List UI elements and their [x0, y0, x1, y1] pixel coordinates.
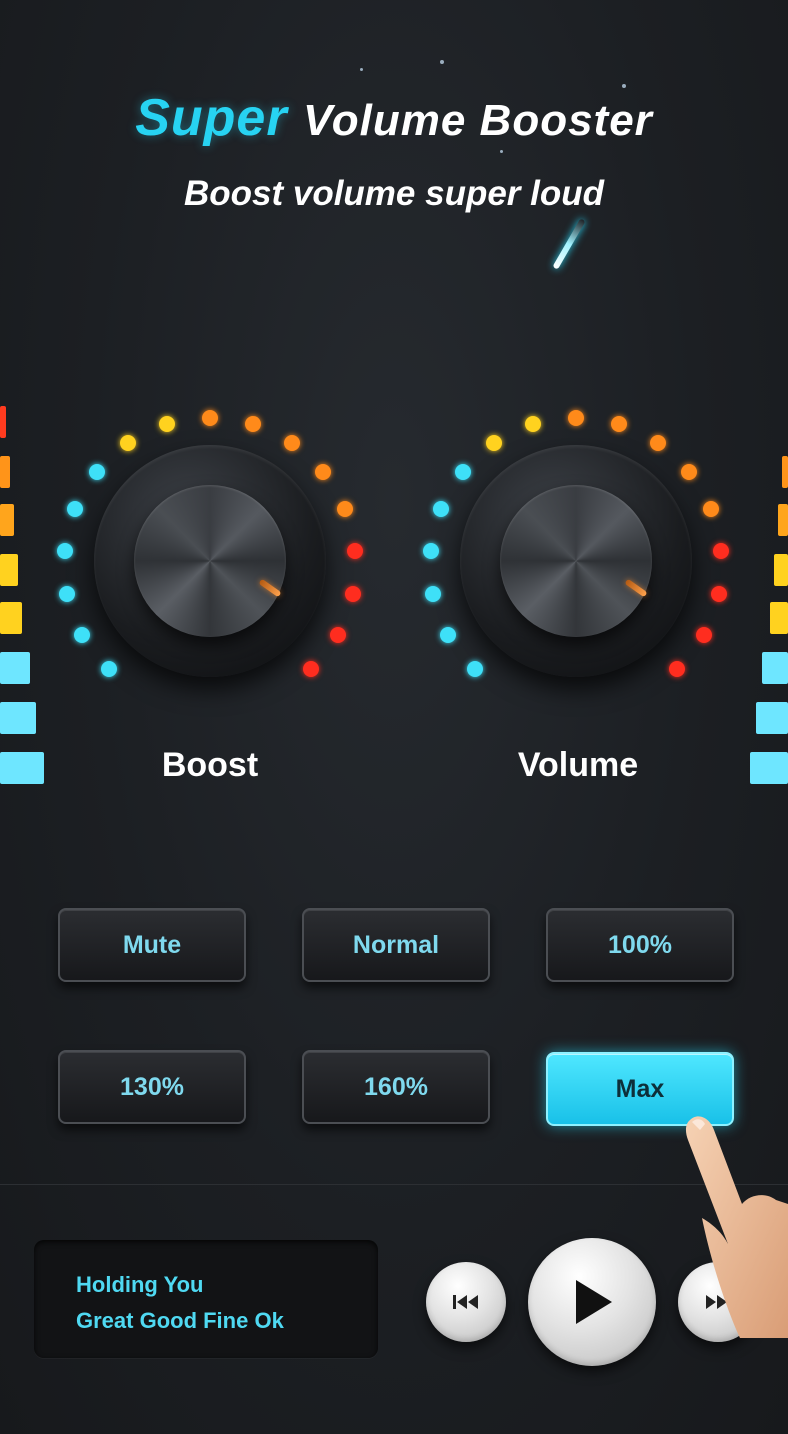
led-dot [425, 586, 442, 603]
led-dot [303, 661, 320, 678]
preset-130-button[interactable]: 130% [58, 1050, 246, 1124]
play-icon [576, 1280, 612, 1324]
led-dot [649, 434, 666, 451]
led-dot [454, 464, 471, 481]
hand-pointer-icon [685, 1116, 788, 1338]
equalizer-bar [0, 504, 14, 536]
led-dot [695, 626, 712, 643]
led-dot [244, 416, 261, 433]
equalizer-bar [774, 554, 788, 586]
volume-knob-group [411, 396, 741, 726]
equalizer-bar [750, 752, 788, 784]
track-artist: Great Good Fine Ok [76, 1308, 284, 1333]
led-dot [669, 661, 686, 678]
led-dot [344, 586, 361, 603]
led-dot [283, 434, 300, 451]
volume-knob[interactable] [460, 445, 692, 677]
star-sparkle [500, 150, 503, 153]
led-dot [432, 501, 449, 518]
led-dot [525, 416, 542, 433]
equalizer-bar [0, 652, 30, 684]
boost-knob[interactable] [94, 445, 326, 677]
boost-label: Boost [161, 746, 259, 784]
led-dot [59, 586, 76, 603]
led-dot [337, 501, 354, 518]
equalizer-bar [756, 702, 788, 734]
equalizer-bar [778, 504, 788, 536]
led-dot [422, 543, 439, 560]
preset-160-button[interactable]: 160% [302, 1050, 490, 1124]
led-dot [88, 464, 105, 481]
volume-label: Volume [517, 746, 639, 784]
boost-knob-group [45, 396, 375, 726]
star-sparkle [360, 68, 363, 71]
led-dot [703, 501, 720, 518]
equalizer-right [738, 400, 788, 800]
app-title-rest: Volume Booster [303, 96, 653, 145]
led-dot [610, 416, 627, 433]
equalizer-bar [0, 602, 22, 634]
app-title: Super Volume Booster [0, 88, 788, 148]
now-playing-panel: Holding You Great Good Fine Ok [34, 1240, 378, 1358]
led-dot [315, 464, 332, 481]
led-dot [486, 434, 503, 451]
track-title: Holding You [76, 1272, 204, 1297]
led-dot [681, 464, 698, 481]
previous-track-button[interactable] [426, 1262, 506, 1342]
led-dot [329, 626, 346, 643]
preset-mute-button[interactable]: Mute [58, 908, 246, 982]
led-dot [202, 410, 218, 426]
led-dot [347, 543, 364, 560]
led-dot [100, 661, 117, 678]
equalizer-bar [0, 752, 44, 784]
shooting-star-decoration [552, 218, 586, 270]
equalizer-left [0, 400, 50, 800]
led-dot [120, 434, 137, 451]
play-button[interactable] [528, 1238, 656, 1366]
boost-knob-cap [134, 485, 286, 637]
equalizer-bar [782, 456, 788, 488]
led-dot [568, 410, 584, 426]
led-dot [466, 661, 483, 678]
led-dot [56, 543, 73, 560]
app-title-accent: Super [135, 89, 288, 147]
equalizer-bar [0, 554, 18, 586]
skip-previous-icon [453, 1295, 478, 1309]
star-sparkle [440, 60, 444, 64]
led-dot [710, 586, 727, 603]
led-dot [66, 501, 83, 518]
equalizer-bar [762, 652, 788, 684]
led-dot [440, 626, 457, 643]
divider [0, 1184, 788, 1185]
preset-normal-button[interactable]: Normal [302, 908, 490, 982]
led-dot [713, 543, 730, 560]
equalizer-bar [0, 406, 6, 438]
equalizer-bar [0, 456, 10, 488]
preset-100-button[interactable]: 100% [546, 908, 734, 982]
led-dot [74, 626, 91, 643]
equalizer-bar [0, 702, 36, 734]
led-dot [159, 416, 176, 433]
volume-knob-cap [500, 485, 652, 637]
app-subtitle: Boost volume super loud [183, 174, 605, 213]
equalizer-bar [770, 602, 788, 634]
